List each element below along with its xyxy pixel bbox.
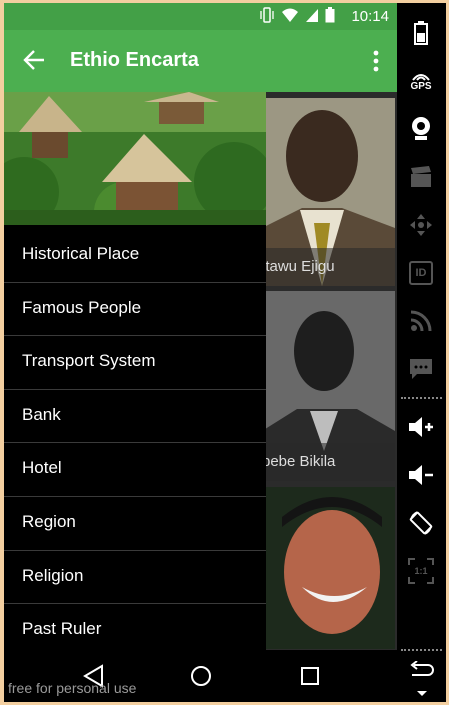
person-card[interactable]: bebe Bikila [262, 291, 395, 481]
message-icon [410, 359, 432, 379]
return-arrow-icon [410, 661, 434, 676]
device-back-button[interactable] [405, 655, 437, 687]
circle-home-icon[interactable] [187, 662, 215, 690]
menu-item-historical-place[interactable]: Historical Place [4, 229, 266, 283]
rotate-button[interactable] [405, 507, 437, 539]
volume-up-icon [409, 417, 433, 437]
sms-control-button[interactable] [405, 353, 437, 385]
vibrate-icon [260, 7, 274, 23]
phone-screen: 10:14 Ethio Encarta itawu Ejigu bebe Bik… [4, 3, 397, 702]
move-icon [410, 214, 432, 236]
menu-item-bank[interactable]: Bank [4, 390, 266, 444]
menu-item-hotel[interactable]: Hotel [4, 443, 266, 497]
drawer-header-image [4, 92, 266, 225]
media-control-button[interactable] [405, 161, 437, 193]
device-id-button[interactable]: ID [405, 257, 437, 289]
person-caption: bebe Bikila [262, 443, 395, 481]
drawer-menu: Historical Place Famous People Transport… [4, 229, 266, 658]
wifi-icon [282, 8, 298, 22]
status-icons [259, 7, 335, 23]
person-caption: itawu Ejigu [262, 248, 395, 286]
more-vertical-icon[interactable] [371, 48, 381, 74]
clapperboard-icon [411, 166, 431, 187]
gps-control-button[interactable]: GPS [405, 65, 437, 97]
battery-control-button[interactable] [405, 17, 437, 49]
side-divider [401, 649, 442, 651]
person-photo [262, 487, 395, 649]
person-card[interactable] [262, 487, 395, 649]
scale-label: 1:1 [414, 566, 428, 576]
status-bar: 10:14 [4, 3, 397, 30]
menu-item-famous-people[interactable]: Famous People [4, 283, 266, 337]
camera-control-button[interactable] [405, 113, 437, 145]
navigation-drawer: Historical Place Famous People Transport… [4, 92, 266, 658]
id-label: ID [415, 267, 427, 279]
signal-icon [306, 9, 318, 22]
app-toolbar: Ethio Encarta [4, 30, 397, 92]
watermark-text: free for personal use [8, 680, 137, 696]
arrow-left-icon[interactable] [22, 47, 48, 73]
pixel-perfect-button[interactable]: 1:1 [405, 555, 437, 587]
volume-down-icon [409, 465, 433, 485]
volume-up-button[interactable] [405, 411, 437, 443]
app-title: Ethio Encarta [70, 49, 199, 71]
gps-label: GPS [410, 80, 432, 92]
battery-icon [414, 21, 428, 45]
webcam-icon [412, 117, 430, 140]
expand-down-icon[interactable] [417, 691, 427, 696]
menu-item-religion[interactable]: Religion [4, 551, 266, 605]
dpad-control-button[interactable] [405, 209, 437, 241]
battery-icon [325, 7, 335, 23]
volume-down-button[interactable] [405, 459, 437, 491]
network-control-button[interactable] [405, 305, 437, 337]
status-time: 10:14 [351, 8, 389, 25]
person-card[interactable]: itawu Ejigu [262, 98, 395, 286]
emulator-frame: 10:14 Ethio Encarta itawu Ejigu bebe Bik… [0, 0, 449, 705]
menu-item-region[interactable]: Region [4, 497, 266, 551]
screen-rotation-icon [409, 511, 433, 535]
gps-signal-icon [412, 73, 430, 81]
square-recents-icon[interactable] [296, 662, 324, 690]
emulator-side-panel: GPS ID 1:1 [397, 3, 446, 702]
menu-item-transport-system[interactable]: Transport System [4, 336, 266, 390]
rss-icon [410, 310, 432, 332]
side-divider [401, 397, 442, 399]
